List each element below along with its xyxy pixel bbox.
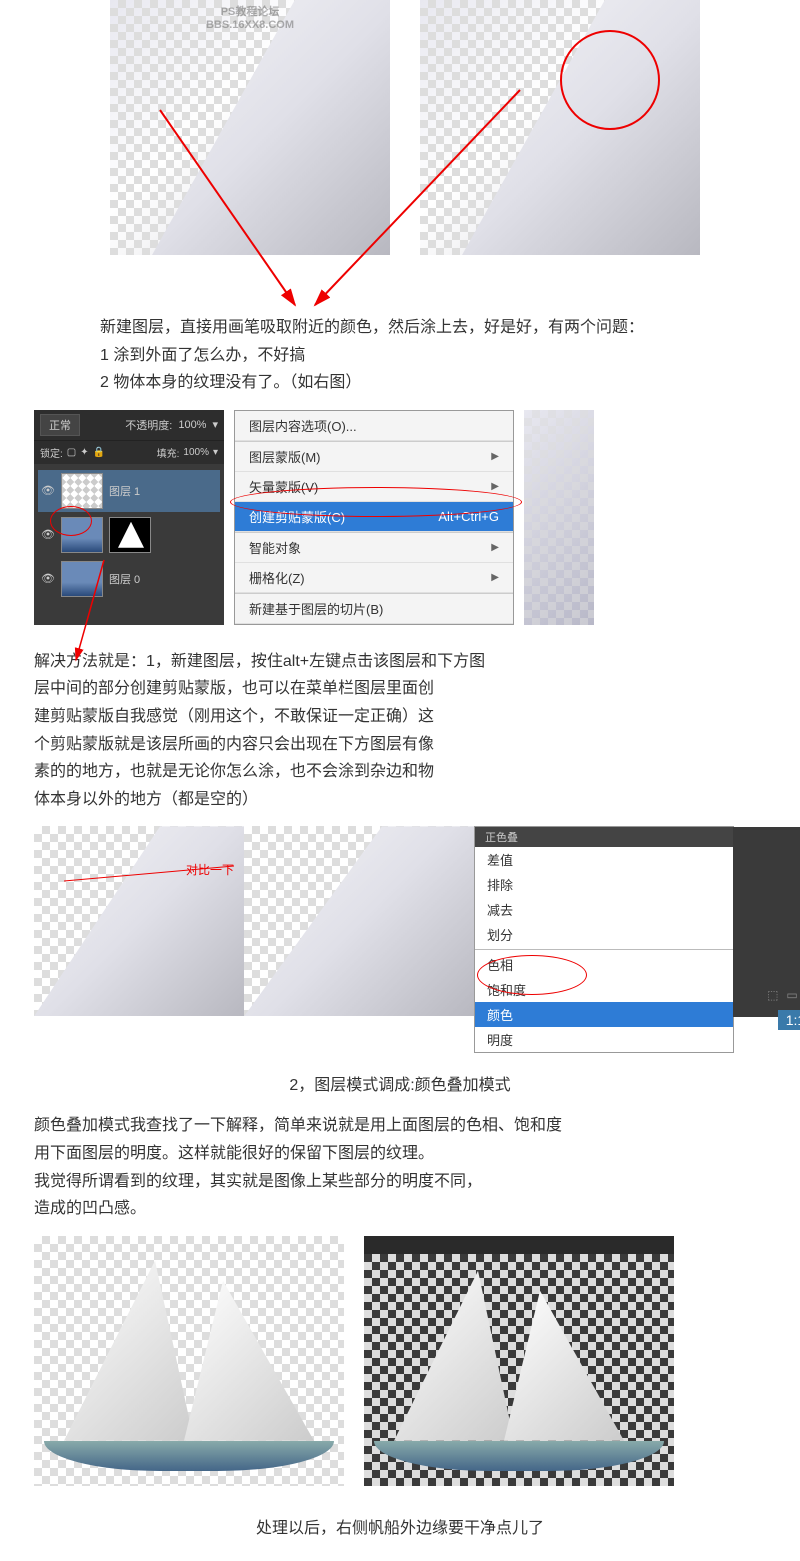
chevron-down-icon[interactable]: ▾ — [212, 418, 218, 431]
chevron-right-icon: ▶ — [491, 572, 499, 583]
fill-label: 填充: — [157, 445, 180, 460]
folder-icon[interactable]: ▭ — [786, 988, 797, 1002]
lock-label: 锁定: — [40, 445, 63, 460]
blend-item-exclusion[interactable]: 排除 — [475, 872, 733, 897]
text-block-4: 颜色叠加模式我查找了一下解释，简单来说就是用上面图层的色相、饱和度 用下面图层的… — [0, 1113, 800, 1221]
blend-item-luminosity[interactable]: 明度 — [475, 1027, 733, 1052]
menu-item-vector-mask[interactable]: 矢量蒙版(V)▶ — [235, 472, 513, 502]
layer-1-row[interactable]: 👁 图层 1 — [38, 470, 220, 512]
blend-mode-menu: 正色叠 差值 排除 减去 划分 色相 饱和度 颜色 明度 ⬚ ▭ 🗑 1:19 — [474, 826, 734, 1053]
visibility-icon[interactable]: 👁 — [41, 484, 55, 498]
layers-panel: 正常 不透明度: 100% ▾ 锁定: ▢ ✦ 🔒 填充: 100% ▾ 👁 — [34, 410, 224, 625]
blend-item-color[interactable]: 颜色 — [475, 1002, 733, 1027]
layer-mask-thumbnail[interactable] — [109, 517, 151, 553]
blend-item-saturation[interactable]: 饱和度 — [475, 977, 733, 1002]
menu-item-content-options[interactable]: 图层内容选项(O)... — [235, 411, 513, 441]
watermark: PS教程论坛 BBS.16XX8.COM — [206, 6, 294, 32]
layer-mask-row[interactable]: 👁 — [38, 514, 220, 556]
panel-icons: ⬚ ▭ 🗑 — [767, 988, 800, 1002]
fill-value[interactable]: 100% — [183, 447, 209, 458]
menu-item-layer-mask[interactable]: 图层蒙版(M)▶ — [235, 441, 513, 472]
visibility-icon[interactable]: 👁 — [41, 528, 55, 542]
chevron-right-icon: ▶ — [491, 451, 499, 462]
shortcut-label: Alt+Ctrl+G — [438, 509, 499, 524]
blend-item-subtract[interactable]: 减去 — [475, 897, 733, 922]
layer-name[interactable]: 图层 0 — [109, 571, 140, 587]
lock-icon[interactable]: ▢ — [67, 447, 76, 458]
opacity-label: 不透明度: — [125, 417, 172, 433]
sail-comparison-row: PS教程论坛 BBS.16XX8.COM — [0, 0, 800, 255]
panels-row: 正常 不透明度: 100% ▾ 锁定: ▢ ✦ 🔒 填充: 100% ▾ 👁 — [0, 410, 800, 625]
sail-before: 对比一下 — [34, 826, 244, 1016]
text-block-2: 解决方法就是：1，新建图层，按住alt+左键点击该图层和下方图 层中间的部分创建… — [0, 649, 800, 813]
sail-image-right — [420, 0, 700, 255]
chevron-right-icon: ▶ — [491, 481, 499, 492]
blend-comparison-row: 对比一下 正色叠 差值 排除 减去 划分 色相 饱和度 颜色 明度 ⬚ ▭ 🗑 — [0, 826, 800, 1053]
boat-result-right — [364, 1236, 674, 1486]
time-badge: 1:19 — [778, 1010, 800, 1030]
layer-0-row[interactable]: 👁 图层 0 — [38, 558, 220, 600]
menu-item-smart-object[interactable]: 智能对象▶ — [235, 532, 513, 563]
blend-mode-dropdown[interactable]: 正常 — [40, 414, 80, 436]
layer-thumbnail[interactable] — [61, 473, 103, 509]
layer-thumbnail[interactable] — [61, 517, 103, 553]
blend-header: 正色叠 — [475, 827, 733, 847]
blend-item-divide[interactable]: 划分 — [475, 922, 733, 947]
chevron-right-icon: ▶ — [491, 542, 499, 553]
sail-preview — [524, 410, 594, 625]
menu-item-rasterize[interactable]: 栅格化(Z)▶ — [235, 563, 513, 593]
menu-item-clipping-mask[interactable]: 创建剪贴蒙版(C)Alt+Ctrl+G — [235, 502, 513, 532]
red-circle-annotation — [560, 30, 660, 130]
lock-all-icon[interactable]: 🔒 — [93, 447, 105, 458]
layer-name[interactable]: 图层 1 — [109, 483, 140, 499]
text-block-3: 2，图层模式调成:颜色叠加模式 — [0, 1071, 800, 1095]
lock-pixel-icon[interactable]: ✦ — [80, 447, 88, 458]
blend-item-hue[interactable]: 色相 — [475, 952, 733, 977]
sail-after — [244, 826, 474, 1016]
ps-titlebar — [364, 1236, 674, 1254]
result-row — [0, 1236, 800, 1486]
visibility-icon[interactable]: 👁 — [41, 572, 55, 586]
text-block-1: 新建图层，直接用画笔吸取附近的颜色，然后涂上去，好是好，有两个问题： 1 涂到外… — [0, 315, 800, 396]
text-block-5: 处理以后，右侧帆船外边缘要干净点儿了 — [0, 1514, 800, 1538]
layer-thumbnail[interactable] — [61, 561, 103, 597]
boat-result-left — [34, 1236, 344, 1486]
layer-context-menu: 图层内容选项(O)... 图层蒙版(M)▶ 矢量蒙版(V)▶ 创建剪贴蒙版(C)… — [234, 410, 514, 625]
link-icon[interactable]: ⬚ — [767, 988, 778, 1002]
menu-item-slice[interactable]: 新建基于图层的切片(B) — [235, 593, 513, 624]
chevron-down-icon[interactable]: ▾ — [213, 447, 218, 458]
sail-image-left: PS教程论坛 BBS.16XX8.COM — [110, 0, 390, 255]
blend-item-difference[interactable]: 差值 — [475, 847, 733, 872]
opacity-value[interactable]: 100% — [178, 419, 206, 431]
